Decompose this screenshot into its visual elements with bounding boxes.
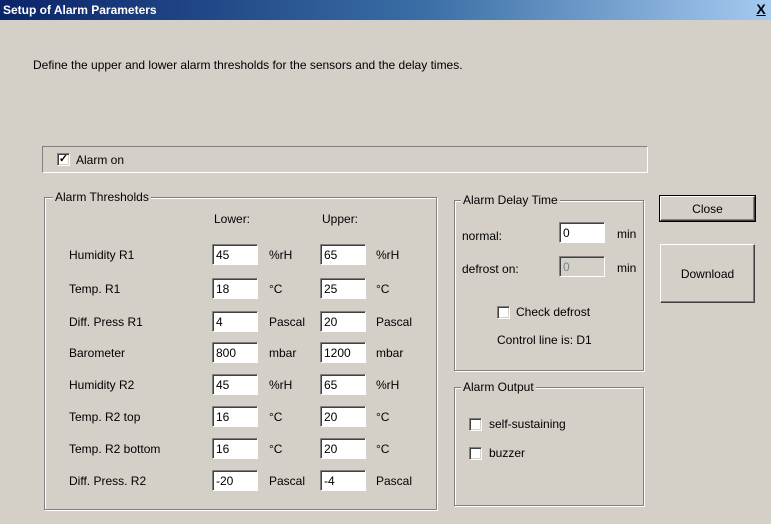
lower-threshold-input[interactable] [212, 244, 258, 265]
self-sustaining-checkbox[interactable] [469, 418, 482, 431]
upper-threshold-input[interactable] [320, 278, 366, 299]
lower-threshold-input[interactable] [212, 311, 258, 332]
window-title: Setup of Alarm Parameters [3, 3, 157, 17]
buzzer-checkbox[interactable] [469, 447, 482, 460]
threshold-row-label: Humidity R1 [69, 248, 135, 262]
lower-threshold-unit: °C [269, 282, 283, 296]
lower-threshold-unit: °C [269, 442, 283, 456]
threshold-row-label: Temp. R2 bottom [69, 442, 161, 456]
alarm-delay-legend: Alarm Delay Time [461, 193, 560, 207]
lower-threshold-input[interactable] [212, 438, 258, 459]
lower-threshold-input[interactable] [212, 374, 258, 395]
upper-threshold-input[interactable] [320, 406, 366, 427]
lower-threshold-unit: Pascal [269, 474, 306, 488]
alarm-thresholds-legend: Alarm Thresholds [53, 190, 151, 204]
upper-threshold-unit: °C [376, 410, 390, 424]
defrost-delay-unit: min [617, 261, 637, 275]
alarm-output-group: Alarm Output [454, 380, 644, 506]
check-icon: ✓ [58, 153, 69, 165]
close-button-label: Close [692, 201, 723, 216]
threshold-row-label: Diff. Press R1 [69, 315, 143, 329]
lower-threshold-unit: °C [269, 410, 283, 424]
download-button-label: Download [680, 266, 735, 281]
lower-threshold-input[interactable] [212, 470, 258, 491]
lower-threshold-input[interactable] [212, 278, 258, 299]
normal-delay-input[interactable] [559, 222, 605, 243]
alarm-on-frame: ✓ Alarm on [42, 146, 648, 173]
lower-threshold-input[interactable] [212, 406, 258, 427]
alarm-output-legend: Alarm Output [461, 380, 536, 394]
upper-threshold-input[interactable] [320, 374, 366, 395]
upper-threshold-unit: °C [376, 442, 390, 456]
defrost-delay-input [559, 256, 605, 277]
check-defrost-checkbox[interactable] [497, 306, 510, 319]
upper-threshold-unit: mbar [376, 346, 404, 360]
lower-threshold-input[interactable] [212, 342, 258, 363]
upper-threshold-input[interactable] [320, 244, 366, 265]
upper-threshold-unit: °C [376, 282, 390, 296]
upper-threshold-unit: Pascal [376, 474, 413, 488]
self-sustaining-label[interactable]: self-sustaining [489, 417, 566, 431]
buzzer-label[interactable]: buzzer [489, 446, 525, 460]
normal-delay-label: normal: [462, 229, 503, 243]
upper-threshold-unit: Pascal [376, 315, 413, 329]
alarm-on-checkbox[interactable]: ✓ [57, 153, 70, 166]
upper-header: Upper: [322, 212, 359, 226]
upper-threshold-input[interactable] [320, 438, 366, 459]
normal-delay-unit: min [617, 227, 637, 241]
check-defrost-label[interactable]: Check defrost [516, 305, 590, 319]
upper-threshold-input[interactable] [320, 311, 366, 332]
threshold-row-label: Barometer [69, 346, 126, 360]
upper-threshold-unit: %rH [376, 378, 400, 392]
upper-threshold-input[interactable] [320, 470, 366, 491]
upper-threshold-input[interactable] [320, 342, 366, 363]
lower-threshold-unit: mbar [269, 346, 297, 360]
defrost-delay-label: defrost on: [462, 262, 519, 276]
lower-header: Lower: [214, 212, 251, 226]
lower-threshold-unit: %rH [269, 378, 293, 392]
lower-threshold-unit: %rH [269, 248, 293, 262]
upper-threshold-unit: %rH [376, 248, 400, 262]
threshold-row-label: Humidity R2 [69, 378, 135, 392]
lower-threshold-unit: Pascal [269, 315, 306, 329]
threshold-row-label: Temp. R1 [69, 282, 121, 296]
close-icon[interactable]: X [751, 0, 771, 20]
alarm-on-label[interactable]: Alarm on [76, 153, 124, 167]
control-line-text: Control line is: D1 [497, 333, 592, 347]
threshold-row-label: Diff. Press. R2 [69, 474, 147, 488]
download-button[interactable]: Download [660, 244, 755, 303]
description-text: Define the upper and lower alarm thresho… [33, 58, 463, 72]
title-bar: Setup of Alarm Parameters X [0, 0, 771, 20]
close-button[interactable]: Close [659, 195, 756, 222]
threshold-row-label: Temp. R2 top [69, 410, 141, 424]
